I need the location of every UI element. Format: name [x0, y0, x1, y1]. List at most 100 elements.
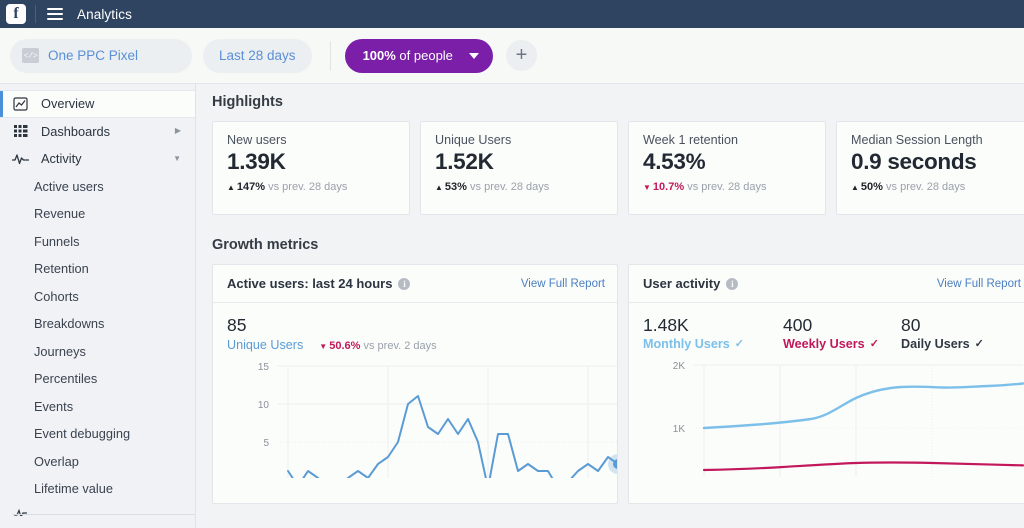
- highlight-card-median-session-length[interactable]: Median Session Length 0.9 seconds ▲50% v…: [836, 121, 1024, 215]
- legend-item-daily-users[interactable]: 80 Daily Users ✓: [901, 315, 1019, 351]
- metric-label: Week 1 retention: [643, 133, 825, 147]
- y-tick-label: 10: [258, 400, 270, 411]
- date-range-button[interactable]: Last 28 days: [203, 39, 312, 73]
- legend-item-weekly-users[interactable]: 400 Weekly Users ✓: [783, 315, 901, 351]
- add-filter-button[interactable]: +: [506, 40, 537, 71]
- sidebar-subitem-events[interactable]: Events: [0, 393, 195, 421]
- legend-item-monthly-users[interactable]: 1.48K Monthly Users ✓: [643, 315, 783, 351]
- nav-divider: [35, 5, 36, 23]
- triangle-up-icon: ▲: [851, 183, 859, 192]
- delta-percent: 50%: [861, 181, 883, 193]
- line-chart-svg: 15 10 5: [227, 358, 618, 478]
- info-circle-icon[interactable]: i: [726, 278, 738, 290]
- info-circle-icon[interactable]: i: [398, 278, 410, 290]
- facebook-logo-icon[interactable]: f: [6, 4, 26, 24]
- sidebar-subitem-lifetime-value[interactable]: Lifetime value: [0, 475, 195, 503]
- sidebar-subitem-funnels[interactable]: Funnels: [0, 228, 195, 256]
- sidebar-item-activity[interactable]: Activity ▼: [0, 145, 195, 173]
- user-activity-line-chart: 2K 1K: [643, 357, 1024, 477]
- audience-filter-button[interactable]: 100% of people: [345, 39, 493, 73]
- legend-label-group: Weekly Users ✓: [783, 337, 901, 351]
- hamburger-line: [47, 8, 63, 10]
- y-tick-label: 1K: [673, 424, 686, 435]
- chart-title-group: Active users: last 24 hours i: [227, 276, 410, 291]
- delta-percent: 147%: [237, 181, 265, 193]
- chevron-right-icon[interactable]: ▶: [175, 127, 181, 135]
- chart-overview-icon: [12, 96, 29, 111]
- sidebar-subitem-revenue[interactable]: Revenue: [0, 200, 195, 228]
- main-content: Highlights New users 1.39K ▲147% vs prev…: [196, 84, 1024, 528]
- sidebar-subitem-retention[interactable]: Retention: [0, 255, 195, 283]
- delta-percent: 50.6%: [329, 340, 360, 352]
- legend-value: 80: [901, 315, 1019, 337]
- y-tick-label: 5: [263, 438, 269, 449]
- app-title: Analytics: [77, 7, 132, 22]
- sidebar-item-label: Activity: [41, 151, 82, 166]
- series-label[interactable]: Unique Users: [227, 338, 303, 352]
- metric-delta: ▲147% vs prev. 28 days: [227, 181, 409, 193]
- sidebar-subitem-event-debugging[interactable]: Event debugging: [0, 420, 195, 448]
- user-activity-legend: 1.48K Monthly Users ✓ 400 Weekly Users ✓: [643, 315, 1024, 351]
- sidebar-subitem-cohorts[interactable]: Cohorts: [0, 283, 195, 311]
- legend-label: Daily Users: [901, 337, 970, 351]
- active-users-substat: Unique Users ▼50.6% vs prev. 2 days: [227, 338, 617, 352]
- filter-bar: </> One PPC Pixel Last 28 days 100% of p…: [0, 28, 1024, 84]
- chart-title: User activity: [643, 276, 720, 291]
- metric-value: 1.39K: [227, 150, 409, 175]
- triangle-down-icon: ▼: [319, 342, 327, 351]
- metric-label: Median Session Length: [851, 133, 1024, 147]
- y-tick-label: 15: [258, 362, 270, 373]
- highlight-card-week-1-retention[interactable]: Week 1 retention 4.53% ▼10.7% vs prev. 2…: [628, 121, 826, 215]
- pulse-activity-icon: [12, 151, 29, 166]
- active-users-line-chart: 15 10 5: [227, 358, 617, 478]
- metric-label: New users: [227, 133, 409, 147]
- chevron-down-icon[interactable]: [469, 53, 479, 59]
- chevron-down-icon[interactable]: ▼: [173, 155, 181, 163]
- check-icon[interactable]: ✓: [975, 337, 984, 350]
- chart-card-user-activity: User activity i View Full Report 1.48K M…: [628, 264, 1024, 504]
- sidebar-subitem-breakdowns[interactable]: Breakdowns: [0, 310, 195, 338]
- sidebar-item-dashboards[interactable]: Dashboards ▶: [0, 118, 195, 146]
- grid-dashboards-icon: [12, 124, 29, 139]
- sidebar-subitem-overlap[interactable]: Overlap: [0, 448, 195, 476]
- highlight-card-unique-users[interactable]: Unique Users 1.52K ▲53% vs prev. 28 days: [420, 121, 618, 215]
- chart-card-body: 85 Unique Users ▼50.6% vs prev. 2 days: [213, 303, 617, 478]
- growth-metrics-title: Growth metrics: [212, 237, 1024, 253]
- y-tick-label: 2K: [673, 361, 686, 372]
- delta-comparison: vs prev. 2 days: [363, 340, 436, 352]
- legend-label: Weekly Users: [783, 337, 865, 351]
- chart-card-header: User activity i View Full Report: [629, 265, 1024, 303]
- view-full-report-link[interactable]: View Full Report: [937, 278, 1021, 290]
- sidebar-subitem-active-users[interactable]: Active users: [0, 173, 195, 201]
- highlights-cards-row: New users 1.39K ▲147% vs prev. 28 days U…: [212, 121, 1024, 215]
- check-icon[interactable]: ✓: [870, 337, 879, 350]
- legend-label-group: Monthly Users ✓: [643, 337, 783, 351]
- series-line-unique-users: [288, 396, 618, 478]
- chart-title: Active users: last 24 hours: [227, 276, 392, 291]
- view-full-report-link[interactable]: View Full Report: [521, 278, 605, 290]
- legend-label-group: Daily Users ✓: [901, 337, 1019, 351]
- triangle-up-icon: ▲: [227, 183, 235, 192]
- delta-comparison: vs prev. 28 days: [687, 181, 766, 193]
- metric-value: 4.53%: [643, 150, 825, 175]
- hamburger-menu-icon[interactable]: [47, 8, 63, 20]
- delta-comparison: vs prev. 28 days: [886, 181, 965, 193]
- audience-percent: 100%: [363, 48, 396, 63]
- sidebar-subitem-percentiles[interactable]: Percentiles: [0, 365, 195, 393]
- active-users-delta: ▼50.6% vs prev. 2 days: [319, 340, 436, 352]
- chart-card-active-users: Active users: last 24 hours i View Full …: [212, 264, 618, 504]
- delta-percent: 10.7%: [653, 181, 684, 193]
- delta-comparison: vs prev. 28 days: [268, 181, 347, 193]
- sidebar-subitem-journeys[interactable]: Journeys: [0, 338, 195, 366]
- metric-delta: ▲50% vs prev. 28 days: [851, 181, 1024, 193]
- filter-divider: [330, 41, 331, 71]
- highlight-card-new-users[interactable]: New users 1.39K ▲147% vs prev. 28 days: [212, 121, 410, 215]
- delta-comparison: vs prev. 28 days: [470, 181, 549, 193]
- pixel-selector-button[interactable]: </> One PPC Pixel: [10, 39, 192, 73]
- sidebar-item-overview[interactable]: Overview: [0, 90, 195, 118]
- check-icon[interactable]: ✓: [735, 337, 744, 350]
- chart-card-header: Active users: last 24 hours i View Full …: [213, 265, 617, 303]
- legend-label: Monthly Users: [643, 337, 730, 351]
- hamburger-line: [47, 18, 63, 20]
- line-chart-svg: 2K 1K: [643, 357, 1024, 477]
